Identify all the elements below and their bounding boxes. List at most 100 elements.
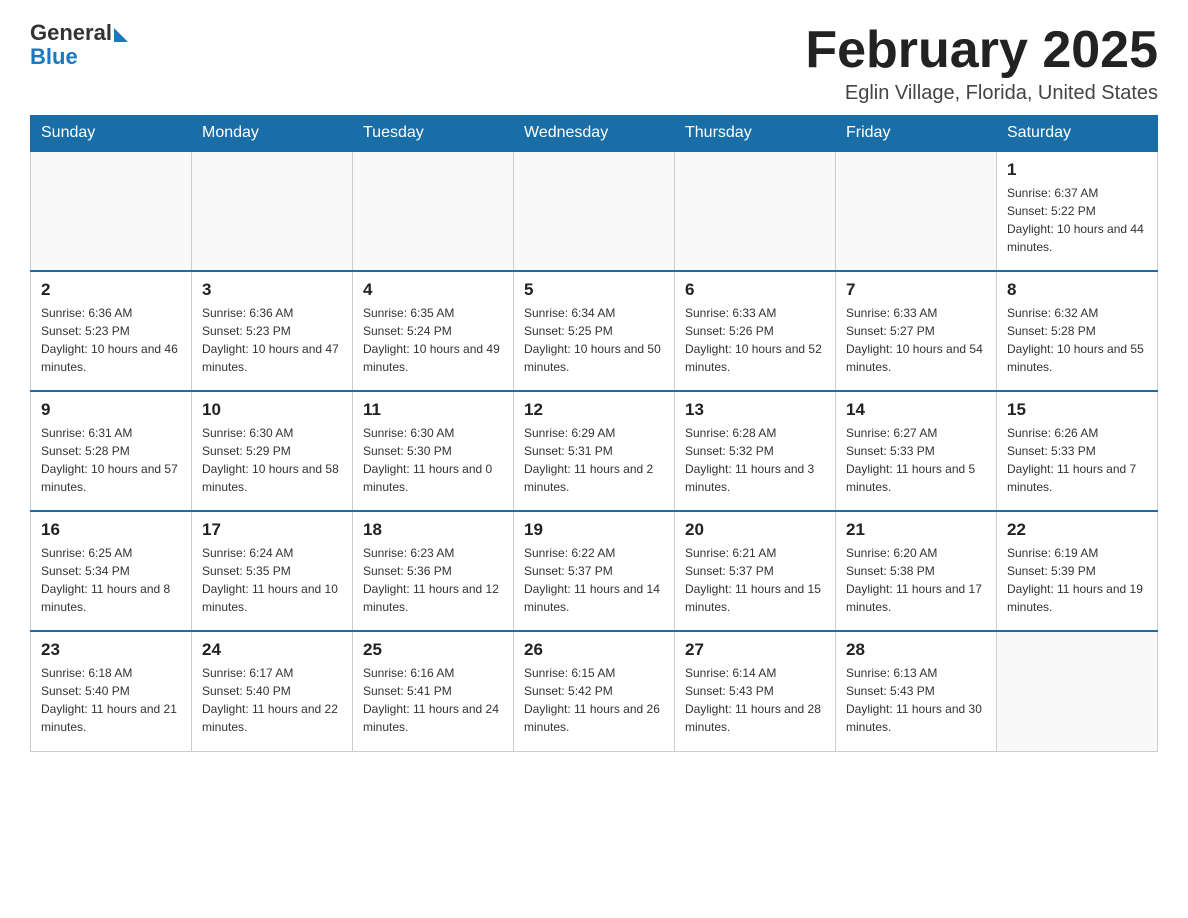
calendar-cell: 8Sunrise: 6:32 AMSunset: 5:28 PMDaylight… bbox=[997, 271, 1158, 391]
month-title: February 2025 bbox=[805, 20, 1158, 80]
day-number: 25 bbox=[363, 640, 503, 660]
day-info: Sunrise: 6:16 AMSunset: 5:41 PMDaylight:… bbox=[363, 664, 503, 736]
calendar-cell: 7 Sunrise: 6:33 AMSunset: 5:27 PMDaylight… bbox=[836, 271, 997, 391]
logo-arrow-icon bbox=[114, 28, 128, 42]
day-info: Sunrise: 6:31 AMSunset: 5:28 PMDaylight:… bbox=[41, 424, 181, 496]
logo-general-text: General bbox=[30, 20, 112, 46]
day-number: 6 bbox=[685, 280, 825, 300]
calendar-cell: 25 Sunrise: 6:16 AMSunset: 5:41 PMDayligh… bbox=[353, 631, 514, 751]
day-info: Sunrise: 6:22 AMSunset: 5:37 PMDaylight:… bbox=[524, 544, 664, 616]
calendar-cell: 18Sunrise: 6:23 AMSunset: 5:36 PMDayligh… bbox=[353, 511, 514, 631]
calendar-cell: 16 Sunrise: 6:25 AMSunset: 5:34 PMDayligh… bbox=[31, 511, 192, 631]
day-info: Sunrise: 6:24 AMSunset: 5:35 PMDaylight:… bbox=[202, 544, 342, 616]
day-info: Sunrise: 6:27 AMSunset: 5:33 PMDaylight:… bbox=[846, 424, 986, 496]
calendar-cell: 5 Sunrise: 6:34 AMSunset: 5:25 PMDaylight… bbox=[514, 271, 675, 391]
week-row-2: 2 Sunrise: 6:36 AMSunset: 5:23 PMDaylight… bbox=[31, 271, 1158, 391]
header-saturday: Saturday bbox=[997, 116, 1158, 152]
day-info: Sunrise: 6:30 AMSunset: 5:30 PMDaylight:… bbox=[363, 424, 503, 496]
calendar-cell: 19 Sunrise: 6:22 AMSunset: 5:37 PMDayligh… bbox=[514, 511, 675, 631]
day-info: Sunrise: 6:30 AMSunset: 5:29 PMDaylight:… bbox=[202, 424, 342, 496]
calendar-cell: 13 Sunrise: 6:28 AMSunset: 5:32 PMDayligh… bbox=[675, 391, 836, 511]
week-row-3: 9 Sunrise: 6:31 AMSunset: 5:28 PMDaylight… bbox=[31, 391, 1158, 511]
calendar-cell: 1Sunrise: 6:37 AMSunset: 5:22 PMDaylight… bbox=[997, 151, 1158, 271]
calendar-cell bbox=[514, 151, 675, 271]
day-info: Sunrise: 6:33 AMSunset: 5:26 PMDaylight:… bbox=[685, 304, 825, 376]
header-tuesday: Tuesday bbox=[353, 116, 514, 152]
calendar-cell: 28Sunrise: 6:13 AMSunset: 5:43 PMDayligh… bbox=[836, 631, 997, 751]
calendar-cell: 22 Sunrise: 6:19 AMSunset: 5:39 PMDayligh… bbox=[997, 511, 1158, 631]
day-info: Sunrise: 6:17 AMSunset: 5:40 PMDaylight:… bbox=[202, 664, 342, 736]
day-info: Sunrise: 6:28 AMSunset: 5:32 PMDaylight:… bbox=[685, 424, 825, 496]
day-number: 28 bbox=[846, 640, 986, 660]
calendar-cell: 4 Sunrise: 6:35 AMSunset: 5:24 PMDaylight… bbox=[353, 271, 514, 391]
day-info: Sunrise: 6:20 AMSunset: 5:38 PMDaylight:… bbox=[846, 544, 986, 616]
calendar-cell bbox=[997, 631, 1158, 751]
day-info: Sunrise: 6:33 AMSunset: 5:27 PMDaylight:… bbox=[846, 304, 986, 376]
calendar-cell: 10 Sunrise: 6:30 AMSunset: 5:29 PMDayligh… bbox=[192, 391, 353, 511]
header-wednesday: Wednesday bbox=[514, 116, 675, 152]
day-number: 20 bbox=[685, 520, 825, 540]
calendar-cell: 15Sunrise: 6:26 AMSunset: 5:33 PMDayligh… bbox=[997, 391, 1158, 511]
calendar-cell bbox=[31, 151, 192, 271]
day-info: Sunrise: 6:36 AMSunset: 5:23 PMDaylight:… bbox=[41, 304, 181, 376]
day-number: 23 bbox=[41, 640, 181, 660]
page-header: General Blue February 2025 Eglin Village… bbox=[30, 20, 1158, 105]
day-number: 27 bbox=[685, 640, 825, 660]
calendar-cell: 23 Sunrise: 6:18 AMSunset: 5:40 PMDayligh… bbox=[31, 631, 192, 751]
header-monday: Monday bbox=[192, 116, 353, 152]
calendar-cell: 20 Sunrise: 6:21 AMSunset: 5:37 PMDayligh… bbox=[675, 511, 836, 631]
day-info: Sunrise: 6:19 AMSunset: 5:39 PMDaylight:… bbox=[1007, 544, 1147, 616]
day-number: 24 bbox=[202, 640, 342, 660]
day-number: 9 bbox=[41, 400, 181, 420]
calendar-cell bbox=[353, 151, 514, 271]
calendar-cell: 3Sunrise: 6:36 AMSunset: 5:23 PMDaylight… bbox=[192, 271, 353, 391]
day-number: 18 bbox=[363, 520, 503, 540]
day-info: Sunrise: 6:34 AMSunset: 5:25 PMDaylight:… bbox=[524, 304, 664, 376]
day-number: 12 bbox=[524, 400, 664, 420]
day-number: 22 bbox=[1007, 520, 1147, 540]
calendar-cell bbox=[675, 151, 836, 271]
calendar-cell: 11 Sunrise: 6:30 AMSunset: 5:30 PMDayligh… bbox=[353, 391, 514, 511]
day-number: 11 bbox=[363, 400, 503, 420]
day-number: 21 bbox=[846, 520, 986, 540]
day-number: 2 bbox=[41, 280, 181, 300]
day-info: Sunrise: 6:14 AMSunset: 5:43 PMDaylight:… bbox=[685, 664, 825, 736]
day-info: Sunrise: 6:18 AMSunset: 5:40 PMDaylight:… bbox=[41, 664, 181, 736]
day-number: 16 bbox=[41, 520, 181, 540]
day-info: Sunrise: 6:15 AMSunset: 5:42 PMDaylight:… bbox=[524, 664, 664, 736]
day-number: 1 bbox=[1007, 160, 1147, 180]
logo-blue-text: Blue bbox=[30, 44, 78, 70]
calendar-cell: 9 Sunrise: 6:31 AMSunset: 5:28 PMDaylight… bbox=[31, 391, 192, 511]
calendar-cell: 17 Sunrise: 6:24 AMSunset: 5:35 PMDayligh… bbox=[192, 511, 353, 631]
week-row-5: 23 Sunrise: 6:18 AMSunset: 5:40 PMDayligh… bbox=[31, 631, 1158, 751]
day-number: 15 bbox=[1007, 400, 1147, 420]
header-sunday: Sunday bbox=[31, 116, 192, 152]
day-number: 14 bbox=[846, 400, 986, 420]
day-info: Sunrise: 6:35 AMSunset: 5:24 PMDaylight:… bbox=[363, 304, 503, 376]
day-number: 26 bbox=[524, 640, 664, 660]
day-number: 10 bbox=[202, 400, 342, 420]
calendar-cell: 2 Sunrise: 6:36 AMSunset: 5:23 PMDaylight… bbox=[31, 271, 192, 391]
day-number: 17 bbox=[202, 520, 342, 540]
day-info: Sunrise: 6:25 AMSunset: 5:34 PMDaylight:… bbox=[41, 544, 181, 616]
day-number: 13 bbox=[685, 400, 825, 420]
day-info: Sunrise: 6:36 AMSunset: 5:23 PMDaylight:… bbox=[202, 304, 342, 376]
weekday-header-row: Sunday Monday Tuesday Wednesday Thursday… bbox=[31, 116, 1158, 152]
week-row-1: 1Sunrise: 6:37 AMSunset: 5:22 PMDaylight… bbox=[31, 151, 1158, 271]
day-info: Sunrise: 6:21 AMSunset: 5:37 PMDaylight:… bbox=[685, 544, 825, 616]
day-number: 5 bbox=[524, 280, 664, 300]
location-subtitle: Eglin Village, Florida, United States bbox=[805, 82, 1158, 105]
day-number: 19 bbox=[524, 520, 664, 540]
day-number: 4 bbox=[363, 280, 503, 300]
calendar-cell: 26 Sunrise: 6:15 AMSunset: 5:42 PMDayligh… bbox=[514, 631, 675, 751]
calendar-cell: 12 Sunrise: 6:29 AMSunset: 5:31 PMDayligh… bbox=[514, 391, 675, 511]
day-info: Sunrise: 6:29 AMSunset: 5:31 PMDaylight:… bbox=[524, 424, 664, 496]
calendar-cell: 21 Sunrise: 6:20 AMSunset: 5:38 PMDayligh… bbox=[836, 511, 997, 631]
calendar-cell: 14 Sunrise: 6:27 AMSunset: 5:33 PMDayligh… bbox=[836, 391, 997, 511]
week-row-4: 16 Sunrise: 6:25 AMSunset: 5:34 PMDayligh… bbox=[31, 511, 1158, 631]
logo: General Blue bbox=[30, 20, 128, 70]
calendar-cell bbox=[836, 151, 997, 271]
calendar-table: Sunday Monday Tuesday Wednesday Thursday… bbox=[30, 115, 1158, 752]
header-thursday: Thursday bbox=[675, 116, 836, 152]
day-number: 7 bbox=[846, 280, 986, 300]
